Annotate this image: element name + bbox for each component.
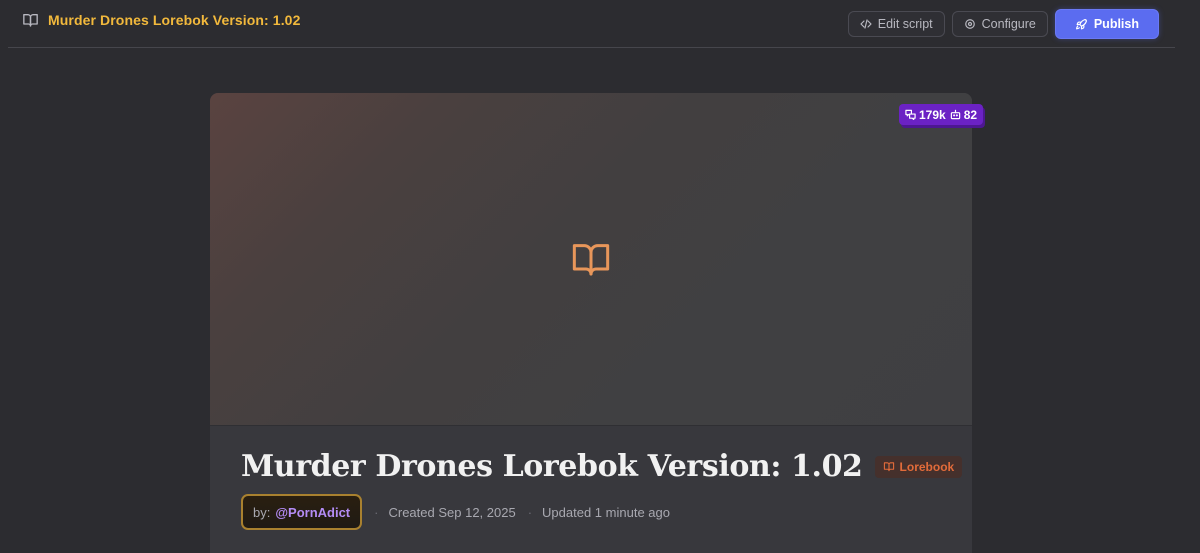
page-title: Murder Drones Lorebok Version: 1.02 <box>48 12 301 28</box>
cover-image: 179k 82 <box>210 93 984 426</box>
top-bar: Murder Drones Lorebok Version: 1.02 Edit… <box>0 0 1200 48</box>
title-group: Murder Drones Lorebok Version: 1.02 <box>22 12 300 28</box>
chats-count: 179k <box>919 107 946 122</box>
book-open-icon <box>883 462 894 472</box>
created-date: Created Sep 12, 2025 <box>388 504 516 520</box>
card-title: Murder Drones Lorebok Version: 1.02 <box>241 449 863 484</box>
header-divider <box>8 47 1175 48</box>
header-actions: Edit script Configure Publish <box>847 9 1159 39</box>
card-title-row: Murder Drones Lorebok Version: 1.02 Lore… <box>241 449 963 484</box>
chats-stat: 179k <box>905 108 946 122</box>
type-tag-label: Lorebook <box>899 459 955 474</box>
rocket-icon <box>1075 18 1087 29</box>
author-link[interactable]: @PornAdict <box>275 505 350 520</box>
lorebook-card: 179k 82 Murder Drones Lorebok Version: 1… <box>210 93 984 553</box>
configure-button[interactable]: Configure <box>951 11 1048 37</box>
updated-date: Updated 1 minute ago <box>542 504 670 520</box>
author-chip[interactable]: by: @PornAdict <box>241 494 363 530</box>
edit-script-label: Edit script <box>877 17 933 31</box>
type-tag[interactable]: Lorebook <box>874 455 963 478</box>
edit-script-button[interactable]: Edit script <box>847 11 945 37</box>
book-open-icon <box>572 244 610 276</box>
meta-separator: · <box>527 504 533 520</box>
code-icon <box>860 19 872 29</box>
robot-icon <box>950 109 960 120</box>
card-meta: by: @PornAdict · Created Sep 12, 2025 · … <box>241 494 670 530</box>
likes-count: 82 <box>963 107 978 122</box>
publish-button[interactable]: Publish <box>1054 9 1159 39</box>
chat-bubbles-icon <box>905 109 916 120</box>
author-prefix: by: <box>253 504 271 520</box>
book-open-icon <box>23 14 38 27</box>
gear-icon <box>964 19 975 29</box>
configure-label: Configure <box>981 17 1036 31</box>
likes-stat: 82 <box>950 108 977 122</box>
publish-label: Publish <box>1093 17 1139 31</box>
meta-separator: · <box>374 504 379 520</box>
stats-badge: 179k 82 <box>899 104 984 125</box>
